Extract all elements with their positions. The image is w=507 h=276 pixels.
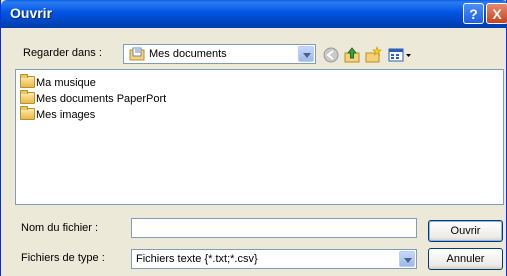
chevron-down-icon[interactable] — [399, 251, 415, 267]
pictures-folder-icon — [20, 106, 35, 120]
filename-field[interactable] — [131, 218, 417, 238]
list-item[interactable]: Ma musique — [20, 74, 96, 91]
list-item-label: Ma musique — [36, 77, 96, 89]
filetype-label: Fichiers de type : — [21, 252, 105, 264]
lookin-value: Mes documents — [149, 48, 227, 60]
lookin-select[interactable]: Mes documents — [123, 44, 316, 64]
up-folder-icon[interactable] — [343, 46, 361, 64]
music-folder-icon — [20, 74, 35, 88]
lookin-label: Regarder dans : — [23, 47, 102, 59]
help-button[interactable]: ? — [463, 3, 484, 24]
list-item-label: Mes documents PaperPort — [36, 93, 167, 105]
back-icon[interactable] — [322, 46, 340, 64]
cancel-button[interactable]: Annuler — [428, 248, 503, 270]
file-list[interactable]: Ma musique Mes documents PaperPort Mes i… — [15, 69, 504, 205]
view-menu-icon[interactable] — [387, 46, 413, 64]
title-bar: Ouvrir ? X — [1, 0, 507, 28]
filename-label: Nom du fichier : — [21, 222, 99, 234]
open-button[interactable]: Ouvrir — [428, 220, 503, 242]
filetype-value: Fichiers texte {*.txt;*.csv} — [136, 253, 258, 265]
list-item-label: Mes images — [36, 109, 96, 121]
folder-icon — [20, 90, 35, 104]
filetype-select[interactable]: Fichiers texte {*.txt;*.csv} — [131, 249, 417, 269]
chevron-down-icon[interactable] — [298, 46, 314, 62]
list-item[interactable]: Mes documents PaperPort — [20, 90, 167, 107]
new-folder-icon[interactable] — [364, 46, 382, 64]
documents-folder-icon — [129, 47, 145, 64]
open-dialog: Ouvrir ? X Regarder dans : Mes documents… — [0, 0, 507, 276]
close-button[interactable]: X — [486, 3, 507, 24]
window-title: Ouvrir — [10, 5, 53, 21]
list-item[interactable]: Mes images — [20, 106, 96, 123]
